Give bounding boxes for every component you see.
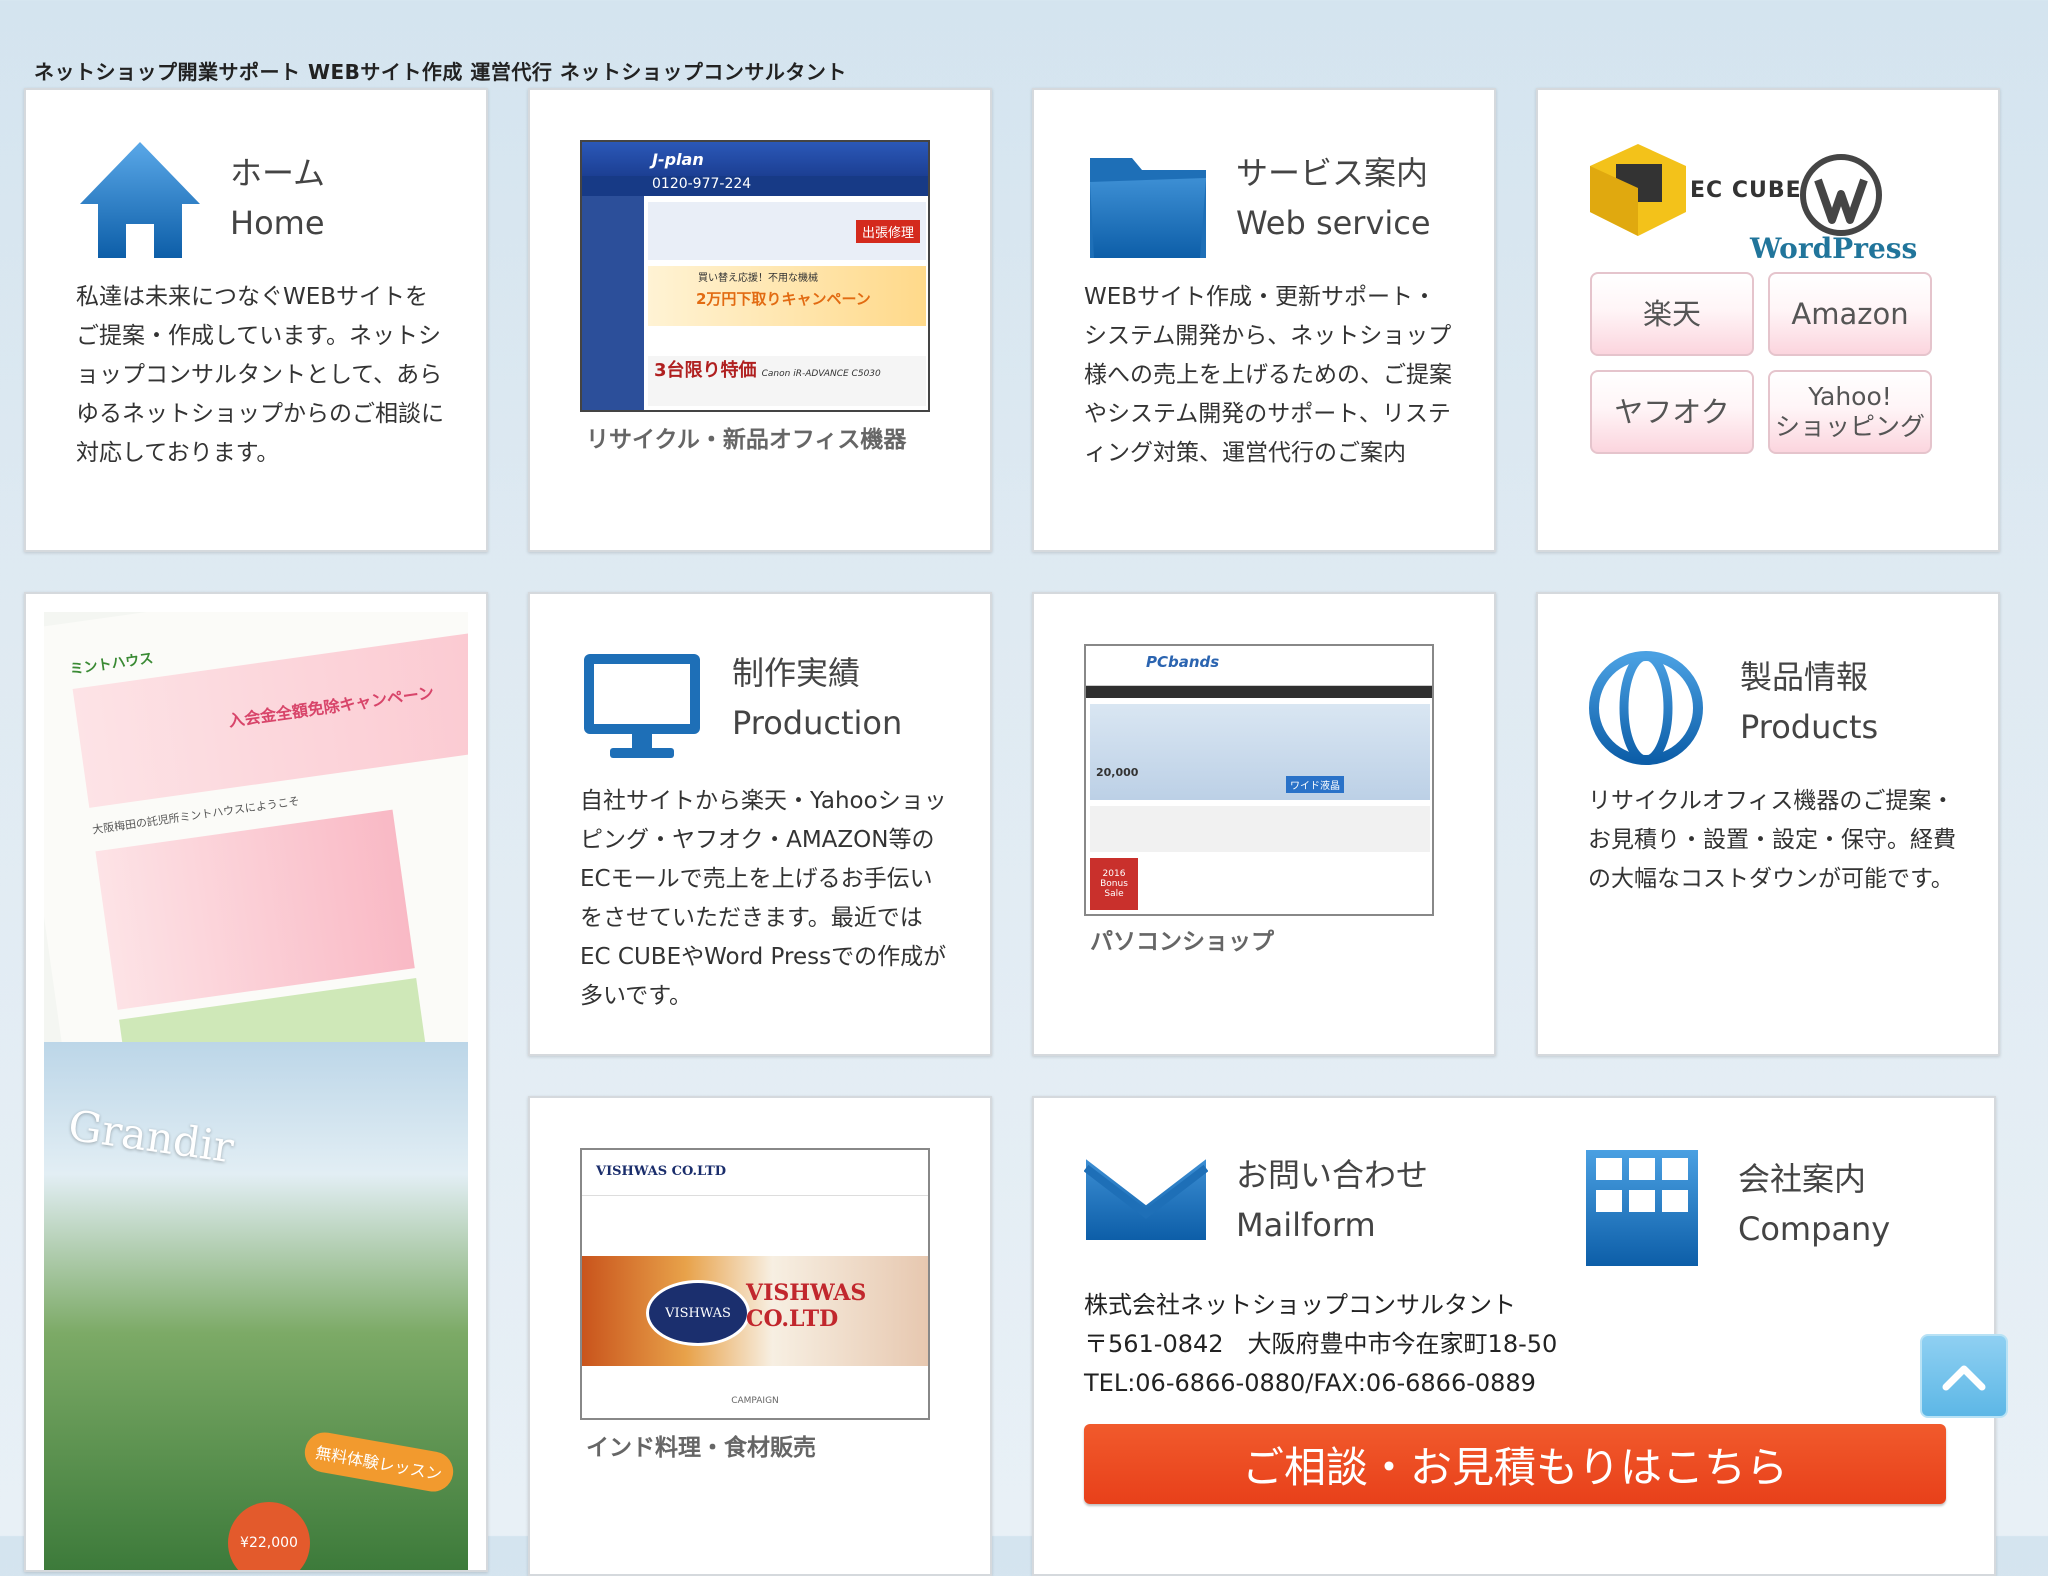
pc-shop-sale: 2016 Bonus Sale (1090, 858, 1138, 910)
wordpress-label: WordPress (1750, 232, 1918, 265)
service-title-ja: サービス案内 (1236, 154, 1429, 192)
indian-food-screenshot[interactable]: VISHWAS CO.LTD VISHWAS VISHWAS CO.LTD CA… (580, 1148, 930, 1420)
pc-shop-price: 20,000 (1096, 766, 1139, 779)
card-pc-shop[interactable]: PCbands 20,000 ワイド液晶 2016 Bonus Sale パソコ… (1032, 592, 1496, 1056)
service-heading: サービス案内 Web service (1236, 148, 1431, 248)
yafuoku-button[interactable]: ヤフオク (1590, 370, 1754, 454)
indian-food-caption: インド料理・食材販売 (586, 1435, 816, 1461)
indian-brand-small: VISHWAS CO.LTD (596, 1164, 727, 1179)
production-title-en: Production (732, 704, 903, 742)
mint-price: ¥22,000 (228, 1502, 310, 1570)
products-heading: 製品情報 Products (1740, 652, 1878, 752)
contact-title-en: Mailform (1236, 1206, 1376, 1244)
contact-heading[interactable]: お問い合わせ Mailform (1236, 1150, 1428, 1250)
recycle-shot-brand: Canon iR-ADVANCE C5030 (761, 369, 881, 379)
home-heading: ホーム Home (230, 148, 325, 248)
rakuten-button[interactable]: 楽天 (1590, 272, 1754, 356)
home-icon (80, 142, 200, 258)
mail-icon (1084, 1157, 1208, 1240)
mint-brand: ミントハウス (68, 650, 155, 679)
recycle-shot-deal: 3台限り特価 (654, 360, 757, 381)
products-title-en: Products (1740, 708, 1879, 746)
pc-shop-logo: PCbands (1146, 653, 1220, 671)
products-description: リサイクルオフィス機器のご提案・お見積り・設置・設定・保守。経費の大幅なコストダ… (1588, 788, 1956, 892)
company-title-en: Company (1738, 1210, 1891, 1248)
pc-shop-caption: パソコンショップ (1090, 929, 1274, 955)
building-icon (1586, 1150, 1698, 1266)
products-title-ja: 製品情報 (1740, 658, 1869, 696)
mint-grandir: Grandir (65, 1100, 237, 1173)
back-to-top-button[interactable] (1920, 1334, 2008, 1418)
recycle-shot-sub: 買い替え応援！不用な機械 (698, 273, 818, 284)
pc-shop-screenshot[interactable]: PCbands 20,000 ワイド液晶 2016 Bonus Sale (1084, 644, 1434, 916)
card-mint-house[interactable]: ミントハウス 入会金全額免除キャンペーン 大阪梅田の託児所ミントハウスにようこそ… (24, 592, 488, 1572)
site-title: ネットショップ開業サポート WEBサイト作成 運営代行 ネットショップコンサルタ… (34, 60, 847, 84)
recycle-caption: リサイクル・新品オフィス機器 (586, 427, 907, 453)
mint-lesson: 無料体験レッスン (301, 1429, 457, 1495)
mint-house-screenshot[interactable]: ミントハウス 入会金全額免除キャンペーン 大阪梅田の託児所ミントハウスにようこそ… (44, 612, 468, 1570)
indian-brand: VISHWAS CO.LTD (746, 1280, 867, 1332)
service-title-en: Web service (1236, 204, 1431, 242)
service-description: WEBサイト作成・更新サポート・システム開発から、ネットショップ様への売上を上げ… (1084, 284, 1452, 466)
card-recycle[interactable]: J-plan 0120-977-224 出張修理 買い替え応援！不用な機械 2万… (528, 88, 992, 552)
indian-logo: VISHWAS (646, 1280, 750, 1346)
company-address: 〒561-0842 大阪府豊中市今在家町18-50 (1084, 1330, 1558, 1358)
company-tel-fax: TEL:06-6866-0880/FAX:06-6866-0889 (1084, 1369, 1536, 1397)
card-indian-food[interactable]: VISHWAS CO.LTD VISHWAS VISHWAS CO.LTD CA… (528, 1096, 992, 1576)
recycle-shot-sale: 2万円下取りキャンペーン (696, 290, 871, 308)
eccube-label: EC CUBE (1690, 178, 1802, 203)
wordpress-icon (1800, 154, 1882, 236)
production-description: 自社サイトから楽天・Yahooショッピング・ヤフオク・AMAZON等のECモール… (580, 788, 947, 1009)
indian-footer: CAMPAIGN (731, 1396, 779, 1406)
company-heading[interactable]: 会社案内 Company (1738, 1154, 1890, 1254)
recycle-shot-banner: 出張修理 (855, 220, 920, 243)
recycle-screenshot[interactable]: J-plan 0120-977-224 出張修理 買い替え応援！不用な機械 2万… (580, 140, 930, 412)
contact-title-ja: お問い合わせ (1236, 1156, 1429, 1194)
yahoo-shopping-button[interactable]: Yahoo! ショッピング (1768, 370, 1932, 454)
home-title-en: Home (230, 204, 325, 242)
card-products[interactable]: 製品情報 Products リサイクルオフィス機器のご提案・お見積り・設置・設定… (1536, 592, 2000, 1056)
home-title-ja: ホーム (230, 154, 326, 192)
recycle-shot-logo: J-plan (652, 149, 704, 169)
chevron-up-icon (1942, 1365, 1986, 1391)
eccube-logo-icon (1590, 144, 1686, 236)
card-service[interactable]: サービス案内 Web service WEBサイト作成・更新サポート・システム開… (1032, 88, 1496, 552)
consultation-button[interactable]: ご相談・お見積もりはこちら (1084, 1424, 1946, 1504)
home-description: 私達は未来につなぐWEBサイトをご提案・作成しています。ネットショップコンサルタ… (76, 284, 444, 466)
recycle-shot-phone: 0120-977-224 (582, 176, 928, 196)
folder-icon (1090, 158, 1206, 258)
company-info: 株式会社ネットショップコンサルタント 〒561-0842 大阪府豊中市今在家町1… (1084, 1286, 1557, 1403)
company-name: 株式会社ネットショップコンサルタント (1084, 1291, 1516, 1319)
production-heading: 制作実績 Production (732, 648, 902, 748)
card-home[interactable]: ホーム Home 私達は未来につなぐWEBサイトをご提案・作成しています。ネット… (24, 88, 488, 552)
pc-shop-badge: ワイド液晶 (1286, 776, 1344, 793)
card-contact[interactable]: お問い合わせ Mailform 会社案内 Company 株式会社ネットショップ… (1032, 1096, 1996, 1576)
monitor-icon (584, 654, 700, 758)
mint-campaign: 入会金全額免除キャンペーン (227, 682, 436, 731)
amazon-button[interactable]: Amazon (1768, 272, 1932, 356)
company-title-ja: 会社案内 (1738, 1160, 1867, 1198)
globe-icon (1589, 651, 1703, 765)
card-malls[interactable]: EC CUBE WordPress 楽天 Amazon ヤフオク Yahoo! … (1536, 88, 2000, 552)
card-production[interactable]: 制作実績 Production 自社サイトから楽天・Yahooショッピング・ヤフ… (528, 592, 992, 1056)
production-title-ja: 制作実績 (732, 654, 861, 692)
